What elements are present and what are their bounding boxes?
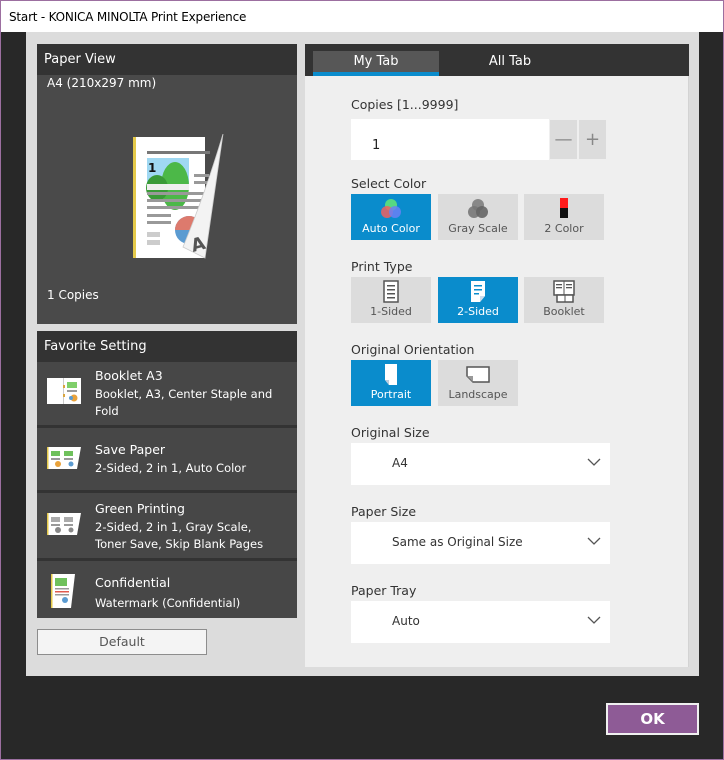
- portrait-button[interactable]: Portrait: [351, 360, 431, 406]
- tab-my-tab[interactable]: My Tab: [313, 51, 439, 76]
- select-color-label: Select Color: [351, 176, 427, 191]
- two-color-button[interactable]: 2 Color: [524, 194, 604, 240]
- booklet-type-icon: [553, 280, 575, 303]
- landscape-icon: [466, 366, 490, 383]
- default-button[interactable]: Default: [37, 629, 207, 655]
- paper-size-label: Paper Size: [351, 504, 417, 519]
- preview-page-number: 1: [148, 161, 156, 175]
- favorite-name: Booklet A3: [95, 368, 163, 383]
- confidential-icon: [51, 574, 75, 608]
- paper-tray-dropdown[interactable]: Auto: [351, 601, 610, 643]
- chevron-down-icon: [587, 458, 601, 466]
- favorite-name: Confidential: [95, 575, 171, 590]
- gray-scale-label: Gray Scale: [448, 222, 508, 235]
- favorite-desc: Booklet, A3, Center Staple and Fold: [95, 387, 273, 418]
- booklet-icon: [47, 378, 81, 404]
- dialog-content: Paper View A4 (210x297 mm) 1 A 1 Copies …: [26, 32, 699, 676]
- portrait-icon: [385, 364, 397, 385]
- favorite-name: Save Paper: [95, 442, 166, 457]
- chevron-down-icon: [587, 616, 601, 624]
- copies-decrement-button[interactable]: —: [549, 119, 578, 160]
- one-sided-label: 1-Sided: [370, 305, 412, 318]
- window-title: Start - KONICA MINOLTA Print Experience: [1, 1, 723, 32]
- chevron-down-icon: [587, 537, 601, 545]
- copies-summary: 1 Copies: [47, 288, 99, 302]
- favorite-item-booklet-a3[interactable]: Booklet A3 Booklet, A3, Center Staple an…: [37, 362, 297, 428]
- copies-label: Copies [1...9999]: [351, 97, 459, 112]
- booklet-label: Booklet: [543, 305, 585, 318]
- save-paper-icon: [47, 447, 81, 469]
- print-dialog-window: Start - KONICA MINOLTA Print Experience …: [0, 0, 724, 760]
- favorite-setting-panel: Favorite Setting Booklet A3 Booklet, A3,…: [37, 331, 297, 618]
- copies-increment-button[interactable]: +: [578, 119, 607, 160]
- original-size-label: Original Size: [351, 425, 430, 440]
- settings-panel: Copies [1...9999] — + Select Color Auto …: [305, 76, 689, 667]
- booklet-button[interactable]: Booklet: [524, 277, 604, 323]
- portrait-label: Portrait: [370, 388, 412, 401]
- auto-color-icon: [381, 199, 401, 218]
- two-sided-button[interactable]: 2-Sided: [438, 277, 518, 323]
- paper-preview-icon: 1 A: [133, 134, 224, 259]
- favorite-desc: 2-Sided, 2 in 1, Gray Scale, Toner Save,…: [95, 520, 264, 551]
- favorite-name: Green Printing: [95, 501, 185, 516]
- auto-color-label: Auto Color: [362, 222, 420, 235]
- two-sided-icon: [471, 281, 485, 302]
- ok-button[interactable]: OK: [606, 703, 699, 735]
- original-orientation-label: Original Orientation: [351, 342, 475, 357]
- gray-scale-icon: [468, 199, 488, 218]
- paper-size-dropdown[interactable]: Same as Original Size: [351, 522, 610, 564]
- paper-size-value: Same as Original Size: [392, 535, 523, 549]
- favorite-setting-header: Favorite Setting: [37, 331, 297, 362]
- auto-color-button[interactable]: Auto Color: [351, 194, 431, 240]
- landscape-button[interactable]: Landscape: [438, 360, 518, 406]
- paper-tray-label: Paper Tray: [351, 583, 417, 598]
- copies-input[interactable]: [351, 119, 549, 160]
- original-size-dropdown[interactable]: A4: [351, 443, 610, 485]
- one-sided-icon: [383, 280, 399, 303]
- favorite-item-confidential[interactable]: Confidential Watermark (Confidential): [37, 561, 297, 618]
- paper-tray-value: Auto: [392, 614, 420, 628]
- paper-size-label: A4 (210x297 mm): [47, 76, 157, 90]
- original-size-value: A4: [392, 456, 408, 470]
- two-sided-label: 2-Sided: [457, 305, 499, 318]
- two-color-icon: [560, 198, 568, 218]
- one-sided-button[interactable]: 1-Sided: [351, 277, 431, 323]
- paper-view-panel: Paper View A4 (210x297 mm) 1 A 1 Copies: [37, 44, 297, 324]
- gray-scale-button[interactable]: Gray Scale: [438, 194, 518, 240]
- favorite-desc: 2-Sided, 2 in 1, Auto Color: [95, 461, 247, 475]
- tab-all-tab[interactable]: All Tab: [447, 51, 573, 76]
- favorite-desc: Watermark (Confidential): [95, 596, 241, 610]
- favorite-item-save-paper[interactable]: Save Paper 2-Sided, 2 in 1, Auto Color: [37, 428, 297, 493]
- two-color-label: 2 Color: [544, 222, 584, 235]
- favorite-item-green-printing[interactable]: Green Printing 2-Sided, 2 in 1, Gray Sca…: [37, 493, 297, 561]
- paper-view-header: Paper View: [37, 44, 297, 75]
- green-printing-icon: [47, 513, 81, 535]
- tab-bar: My Tab All Tab: [305, 44, 689, 76]
- landscape-label: Landscape: [448, 388, 508, 401]
- print-type-label: Print Type: [351, 259, 413, 274]
